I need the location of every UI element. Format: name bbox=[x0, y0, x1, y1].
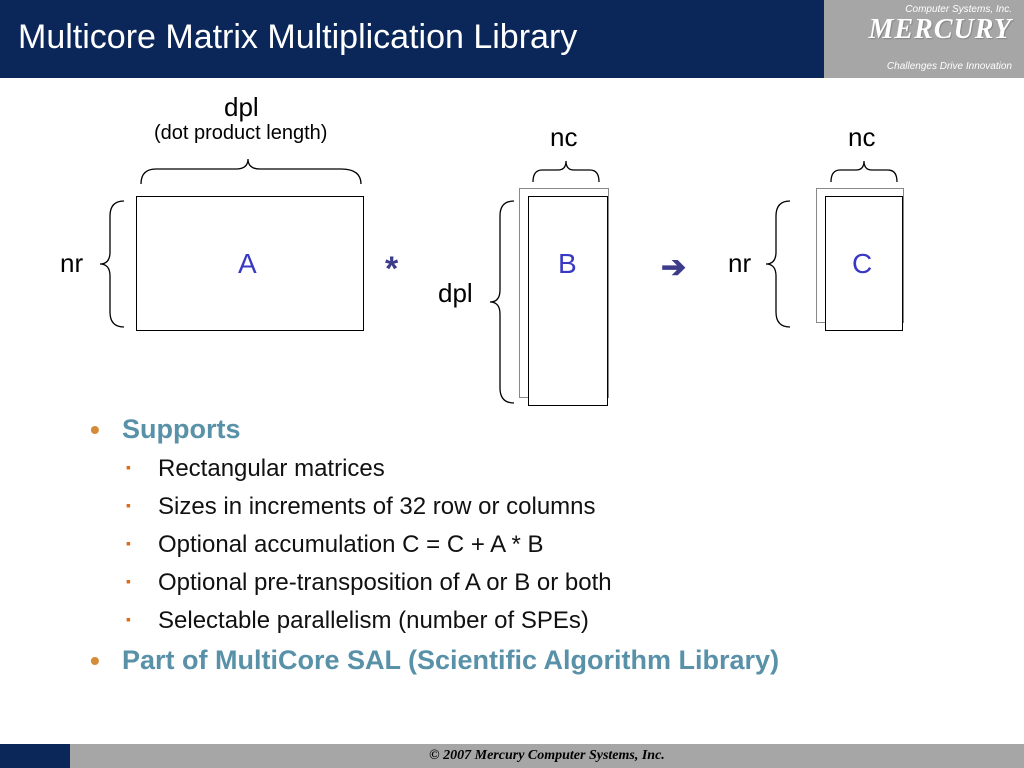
matrix-c-label: C bbox=[852, 248, 872, 280]
matrix-b-label: B bbox=[558, 248, 577, 280]
nc-label-c: nc bbox=[848, 122, 875, 153]
logo-subtitle-top: Computer Systems, Inc. bbox=[905, 4, 1012, 15]
supports-label: Supports bbox=[122, 414, 241, 444]
bullet-item: Optional pre-transposition of A or B or … bbox=[122, 569, 944, 597]
footer-copyright: © 2007 Mercury Computer Systems, Inc. bbox=[70, 744, 1024, 768]
bullet-supports: Supports Rectangular matrices Sizes in i… bbox=[90, 414, 944, 635]
dpl-left-label: dpl bbox=[438, 278, 473, 309]
brace-left-c bbox=[760, 196, 796, 332]
bullet-item: Sizes in increments of 32 row or columns bbox=[122, 493, 944, 521]
slide-footer: © 2007 Mercury Computer Systems, Inc. bbox=[0, 744, 1024, 768]
times-symbol: * bbox=[385, 250, 398, 289]
brace-top-c bbox=[826, 156, 902, 188]
company-logo: Computer Systems, Inc. MERCURY Challenge… bbox=[824, 0, 1024, 78]
logo-tagline: Challenges Drive Innovation bbox=[887, 61, 1012, 72]
matrix-b-box bbox=[528, 196, 608, 406]
dpl-sub-label: (dot product length) bbox=[154, 122, 327, 145]
bullet-content: Supports Rectangular matrices Sizes in i… bbox=[0, 414, 1024, 676]
arrow-symbol: ➔ bbox=[661, 250, 686, 285]
bullet-partof: Part of MultiCore SAL (Scientific Algori… bbox=[90, 645, 944, 676]
brace-top-a bbox=[136, 154, 366, 190]
slide-header: Multicore Matrix Multiplication Library … bbox=[0, 0, 1024, 78]
bullet-item: Optional accumulation C = C + A * B bbox=[122, 531, 944, 559]
matrix-a-label: A bbox=[238, 248, 257, 280]
bullet-item: Rectangular matrices bbox=[122, 455, 944, 483]
bullet-item: Selectable parallelism (number of SPEs) bbox=[122, 607, 944, 635]
brace-left-a bbox=[94, 196, 130, 332]
matrix-diagram: dpl (dot product length) nc nc nr A * dp… bbox=[0, 78, 1024, 408]
footer-accent bbox=[0, 744, 70, 768]
brace-top-b bbox=[528, 156, 604, 188]
logo-text: MERCURY bbox=[824, 14, 1012, 46]
slide-title: Multicore Matrix Multiplication Library bbox=[0, 0, 824, 78]
nr-label-c: nr bbox=[728, 248, 751, 279]
dpl-label: dpl bbox=[224, 92, 259, 123]
nc-label-b: nc bbox=[550, 122, 577, 153]
brace-left-b bbox=[484, 196, 520, 408]
nr-label-a: nr bbox=[60, 248, 83, 279]
